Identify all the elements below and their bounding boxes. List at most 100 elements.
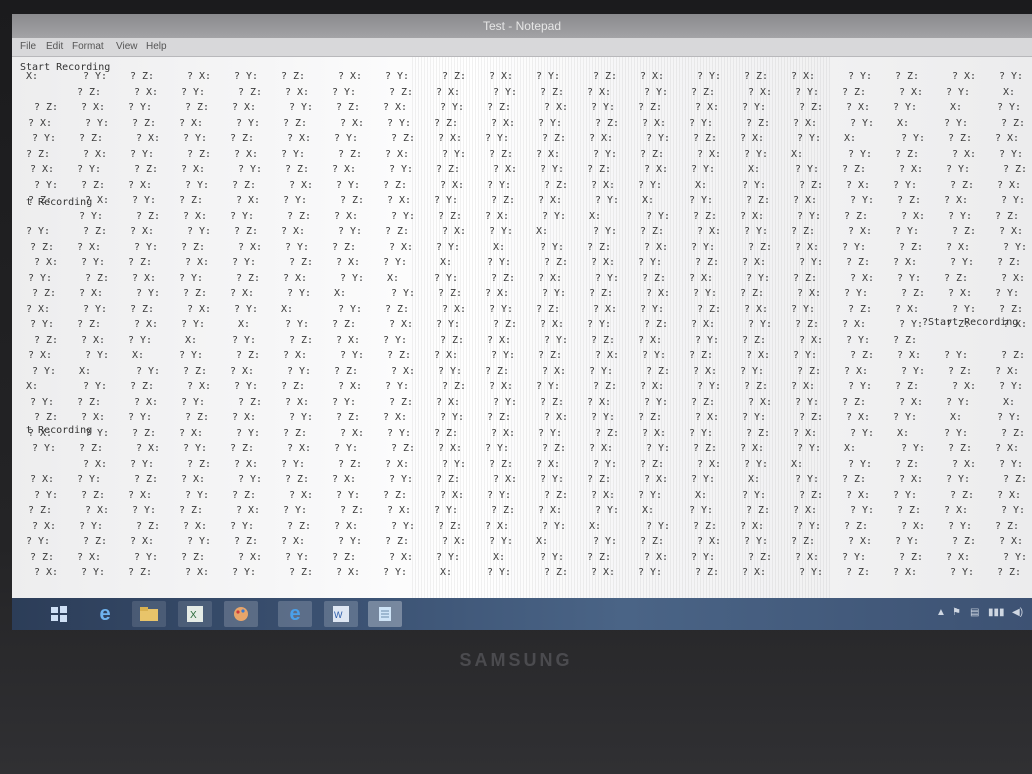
coordinate-token: ? X: <box>589 133 614 144</box>
coordinate-token: ? X: <box>385 458 410 470</box>
internet-explorer-icon[interactable]: e <box>88 601 122 627</box>
coordinate-token: ? Z: <box>589 288 614 299</box>
coordinate-token: ? Y: <box>232 334 257 346</box>
coordinate-token: ? Z: <box>593 71 618 82</box>
coordinate-token: ? Y: <box>234 303 259 315</box>
coordinate-token: ? X: <box>387 505 412 516</box>
menu-help[interactable]: Help <box>146 41 167 52</box>
coordinate-token: ? Z: <box>799 179 824 191</box>
coordinate-token: ? Y: <box>697 381 722 392</box>
coordinate-token: ? X: <box>287 133 312 144</box>
tray-flag-icon[interactable]: ⚑ <box>952 607 961 618</box>
file-explorer-icon[interactable] <box>132 601 166 627</box>
coordinate-token: ? X: <box>336 334 361 346</box>
coordinate-token: ? Y: <box>538 117 563 129</box>
menu-file[interactable]: File <box>20 41 36 52</box>
coordinate-token: ? X: <box>81 412 106 423</box>
coordinate-token: ? X: <box>389 551 414 563</box>
coordinate-token: ? X: <box>79 288 104 299</box>
coordinate-token: ? Y: <box>391 288 416 299</box>
coordinate-token: ? X: <box>693 365 718 377</box>
coordinate-token: ? Y: <box>850 427 875 439</box>
coordinate-token: ? X: <box>28 117 53 129</box>
coordinate-token: ? Y: <box>901 365 926 377</box>
start-icon[interactable] <box>42 601 76 627</box>
coordinate-token: ? X: <box>644 551 669 563</box>
coordinate-token: X: <box>791 148 804 160</box>
coordinate-token: ? Y: <box>389 474 414 485</box>
coordinate-token: ? Z: <box>391 133 416 144</box>
coordinate-token: ? X: <box>185 567 210 578</box>
coordinate-token: ? Z: <box>179 505 204 516</box>
menu-edit[interactable]: Edit <box>46 41 63 52</box>
coordinate-token: ? Z: <box>895 71 920 82</box>
menu-format[interactable]: Format <box>72 41 104 52</box>
coordinate-token: ? Z: <box>691 86 716 98</box>
coordinate-token: ? X: <box>385 148 410 160</box>
coordinate-token: ? Z: <box>436 164 461 175</box>
coordinate-token: ? Y: <box>899 319 924 330</box>
coordinate-token: ? Z: <box>895 458 920 470</box>
coordinate-token: ? Y: <box>136 288 161 299</box>
coordinate-token: ? Z: <box>591 334 616 346</box>
coordinate-token: ? Y: <box>81 567 106 578</box>
coordinate-token: ? Y: <box>287 288 312 299</box>
coordinate-token: ? Z: <box>844 210 869 222</box>
coordinate-token: ? Z: <box>540 86 565 98</box>
tray-volume-icon[interactable]: ◀) <box>1012 607 1023 618</box>
coordinate-token: ? Z: <box>26 148 51 160</box>
coordinate-token: ? X: <box>893 257 918 268</box>
coordinate-token: ? Y: <box>285 319 310 330</box>
coordinate-token: ? Y: <box>340 350 365 361</box>
paint-icon[interactable] <box>224 601 258 627</box>
notepad-icon[interactable] <box>368 601 402 627</box>
coordinate-token: ? X: <box>591 567 616 578</box>
coordinate-token: ? X: <box>946 551 971 563</box>
coordinate-token: ? X: <box>846 102 871 113</box>
coordinate-token: ? Y: <box>850 117 875 129</box>
coordinate-token: ? Z: <box>389 86 414 98</box>
excel-icon[interactable]: X <box>178 601 212 627</box>
menu-view[interactable]: View <box>116 41 138 52</box>
coordinate-token: X: <box>950 412 963 423</box>
coordinate-token: X: <box>589 520 602 532</box>
coordinate-token: ? Z: <box>383 179 408 191</box>
coordinate-token: ? X: <box>997 489 1022 501</box>
coordinate-token: ? Y: <box>132 505 157 516</box>
coordinate-token: ? X: <box>436 396 461 408</box>
coordinate-token: ? Z: <box>232 179 257 191</box>
coordinate-token: ? Z: <box>593 381 618 392</box>
coordinate-token: ? Y: <box>893 489 918 501</box>
word-icon[interactable]: W <box>324 601 358 627</box>
coordinate-token: X: <box>950 102 963 113</box>
coordinate-token: ? Y: <box>901 133 926 144</box>
coordinate-token: ? X: <box>746 350 771 361</box>
coordinate-token: ? Z: <box>336 102 361 113</box>
coordinate-token: ? Y: <box>646 133 671 144</box>
coordinate-token: ? Z: <box>232 489 257 501</box>
tray-network-icon[interactable]: ▤ <box>970 607 979 618</box>
coordinate-token: ? Z: <box>130 381 155 392</box>
coordinate-token: ? Y: <box>487 257 512 268</box>
tray-arrow-icon[interactable]: ▲ <box>936 607 946 618</box>
coordinate-token: ? Z: <box>1003 474 1028 485</box>
coordinate-token: ? X: <box>591 489 616 501</box>
coordinate-token: ? Y: <box>689 427 714 439</box>
coordinate-token: ? X: <box>591 179 616 191</box>
coordinate-token: ? Y: <box>1001 195 1026 206</box>
coordinate-token: ? Y: <box>183 133 208 144</box>
coordinate-token: X: <box>440 257 453 268</box>
coordinate-token: ? Z: <box>587 551 612 563</box>
coordinate-token: ? Z: <box>183 288 208 299</box>
ie-icon[interactable]: e <box>278 601 312 627</box>
coordinate-token: ? Z: <box>442 71 467 82</box>
coordinate-token: ? X: <box>387 195 412 206</box>
coordinate-token: ? Y: <box>128 412 153 423</box>
coordinate-token: ? Y: <box>744 458 769 470</box>
tray-signal-icon[interactable]: ▮▮▮ <box>988 607 1005 618</box>
text-editor-area[interactable]: X: ? Y: ? Z: ? X: ? Y: ? Z: ? X: ? Y: ? Z: ? X: ? … <box>12 57 1032 602</box>
coordinate-token: ? X: <box>238 551 263 563</box>
coordinate-token: ? Z: <box>791 536 816 547</box>
coordinate-token: ? Y: <box>185 179 210 191</box>
coordinate-token: ? Y: <box>544 334 569 346</box>
